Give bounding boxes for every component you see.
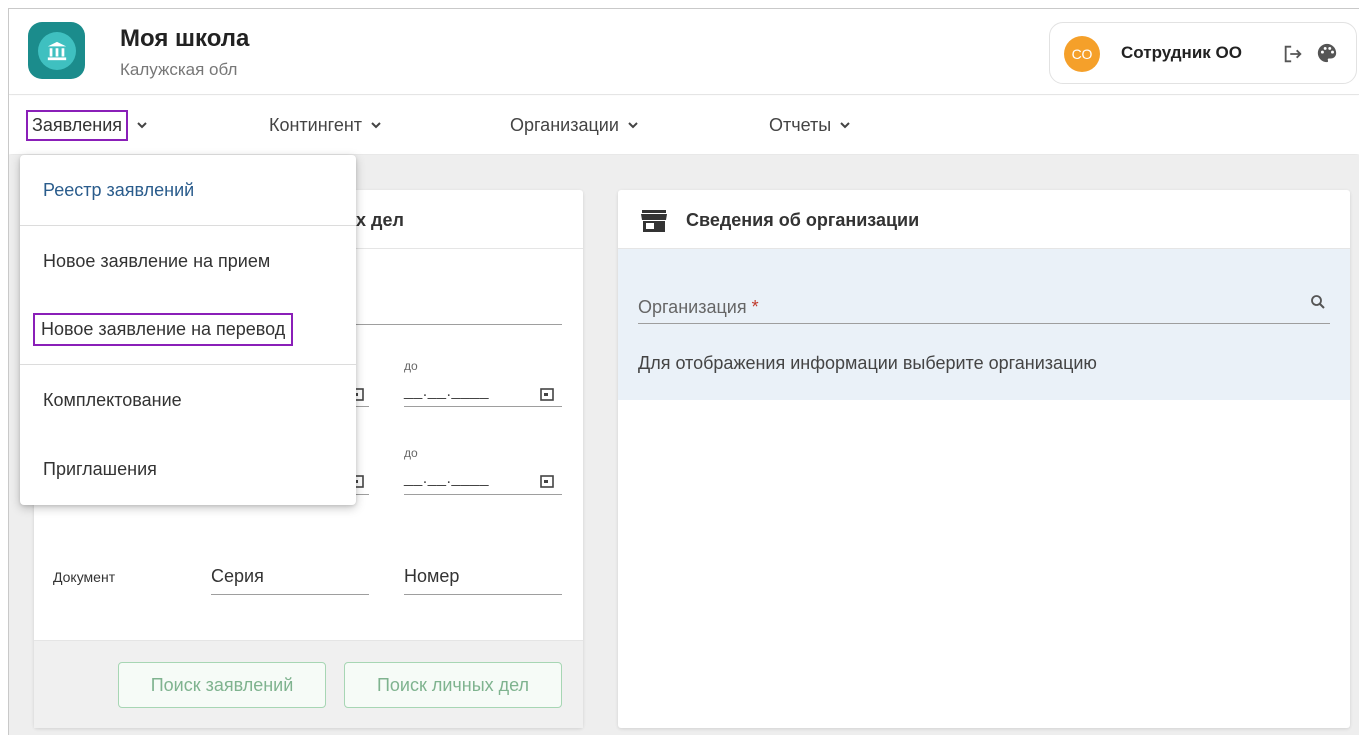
chevron-down-icon (840, 122, 850, 129)
calendar-icon[interactable] (540, 474, 554, 488)
user-panel: СО Сотрудник ОО (1049, 22, 1357, 84)
calendar-icon[interactable] (540, 387, 554, 401)
organization-input[interactable]: Организация * (638, 297, 759, 318)
chevron-down-icon (628, 122, 638, 129)
menu-item-new-admission[interactable]: Новое заявление на прием (20, 241, 356, 281)
menu-item-label: Новое заявление на перевод (33, 312, 294, 346)
chevron-down-icon (137, 122, 147, 129)
series-underline (211, 594, 369, 595)
nav-label: Заявления (26, 109, 129, 141)
nav-item-reports[interactable]: Отчеты (769, 96, 851, 154)
required-mark: * (751, 297, 759, 317)
app-logo[interactable] (28, 22, 85, 79)
nav-item-organizations[interactable]: Организации (510, 96, 639, 154)
menu-item-label: Приглашения (43, 458, 157, 479)
date-to-underline (404, 494, 562, 495)
date-to-label: до (404, 446, 418, 460)
card-title: х дел (356, 210, 404, 230)
menu-item-label: Новое заявление на прием (43, 250, 271, 271)
card-header: Сведения об организации (618, 190, 1350, 249)
menu-item-label: Комплектование (43, 389, 182, 410)
organization-select-area: Организация * Для отображения информации… (618, 249, 1350, 400)
menu-item-invitations[interactable]: Приглашения (20, 449, 356, 489)
menu-item-staffing[interactable]: Комплектование (20, 380, 356, 420)
menu-divider (20, 225, 356, 226)
search-personal-files-button[interactable]: Поиск личных дел (344, 662, 562, 708)
nav-label: Отчеты (769, 114, 832, 135)
menu-divider (20, 364, 356, 365)
menu-item-registry[interactable]: Реестр заявлений (20, 170, 356, 210)
user-name: Сотрудник ОО (1121, 43, 1242, 62)
organization-underline (638, 323, 1330, 324)
user-avatar[interactable]: СО (1064, 36, 1100, 72)
region-subtitle: Калужская обл (120, 60, 238, 79)
card-footer: Поиск заявлений Поиск личных дел (34, 640, 583, 728)
series-input[interactable]: Серия (211, 566, 264, 587)
search-applications-button[interactable]: Поиск заявлений (118, 662, 326, 708)
menu-item-new-transfer[interactable]: Новое заявление на перевод (20, 307, 356, 351)
palette-icon[interactable] (1316, 42, 1338, 64)
applications-dropdown-menu: Реестр заявлений Новое заявление на прие… (20, 155, 356, 505)
hint-text: Для отображения информации выберите орга… (638, 353, 1097, 373)
organization-label: Организация (638, 297, 747, 317)
date-to-input[interactable]: __.__.____ (404, 470, 489, 488)
app-window: Моя школа Калужская обл СО Сотрудник ОО … (8, 8, 1359, 735)
organization-card: Сведения об организации Организация * Дл… (618, 190, 1350, 728)
date-to-label: до (404, 359, 418, 373)
card-title: Сведения об организации (686, 210, 920, 230)
nav-label: Организации (510, 114, 619, 135)
app-header: Моя школа Калужская обл СО Сотрудник ОО (9, 9, 1359, 95)
number-underline (404, 594, 562, 595)
nav-label: Контингент (269, 114, 363, 135)
number-input[interactable]: Номер (404, 566, 459, 587)
date-to-underline (404, 406, 562, 407)
menu-item-label: Реестр заявлений (43, 179, 195, 200)
search-icon[interactable] (1310, 294, 1326, 310)
chevron-down-icon (371, 122, 381, 129)
main-nav: Заявления Контингент Организации Отчеты (9, 96, 1359, 154)
nav-item-applications[interactable]: Заявления (26, 96, 148, 154)
date-to-input[interactable]: __.__.____ (404, 383, 489, 401)
nav-item-contingent[interactable]: Контингент (269, 96, 382, 154)
school-building-icon (37, 31, 76, 70)
document-label: Документ (53, 569, 116, 585)
app-title: Моя школа (120, 25, 250, 52)
store-icon (641, 210, 667, 232)
logout-icon[interactable] (1282, 43, 1304, 65)
